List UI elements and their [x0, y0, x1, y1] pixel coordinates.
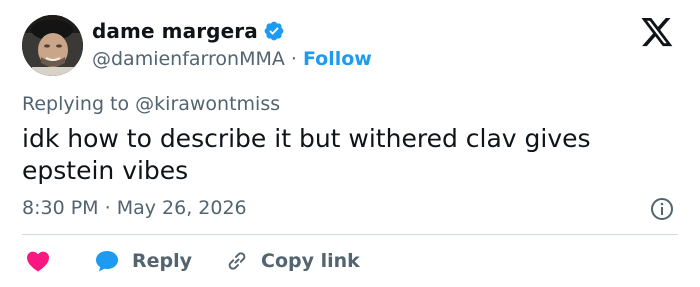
info-icon[interactable]	[650, 197, 674, 221]
tweet-time: 8:30 PM	[22, 197, 99, 219]
replying-to-text: Replying to @kirawontmiss	[22, 93, 281, 115]
author-handle-row: @damienfarronMMA · Follow	[92, 48, 372, 70]
tweet-date: May 26, 2026	[116, 197, 247, 219]
author-handle[interactable]: @damienfarronMMA	[92, 48, 285, 70]
chat-bubble-icon	[94, 249, 120, 273]
separator-dot: ·	[290, 48, 297, 70]
tweet-timestamp[interactable]: 8:30 PM · May 26, 2026	[22, 197, 247, 219]
author-name-row: dame margera	[92, 19, 285, 43]
copy-link-label: Copy link	[261, 250, 360, 272]
follow-button[interactable]: Follow	[303, 48, 372, 70]
reply-label: Reply	[132, 250, 193, 272]
separator-dot: ·	[104, 197, 111, 219]
avatar[interactable]	[22, 15, 83, 76]
verified-badge-icon	[263, 20, 285, 42]
author-display-name[interactable]: dame margera	[92, 19, 258, 43]
reply-button[interactable]: Reply	[94, 249, 192, 273]
x-logo-icon[interactable]	[640, 18, 674, 49]
copy-link-button[interactable]: Copy link	[225, 249, 360, 273]
avatar-image	[22, 15, 83, 76]
like-button[interactable]	[26, 250, 50, 272]
divider	[22, 234, 678, 235]
heart-icon	[26, 250, 50, 272]
link-icon	[225, 249, 249, 273]
tweet-text: idk how to describe it but withered clav…	[22, 124, 591, 185]
action-bar: Reply Copy link	[22, 247, 360, 275]
